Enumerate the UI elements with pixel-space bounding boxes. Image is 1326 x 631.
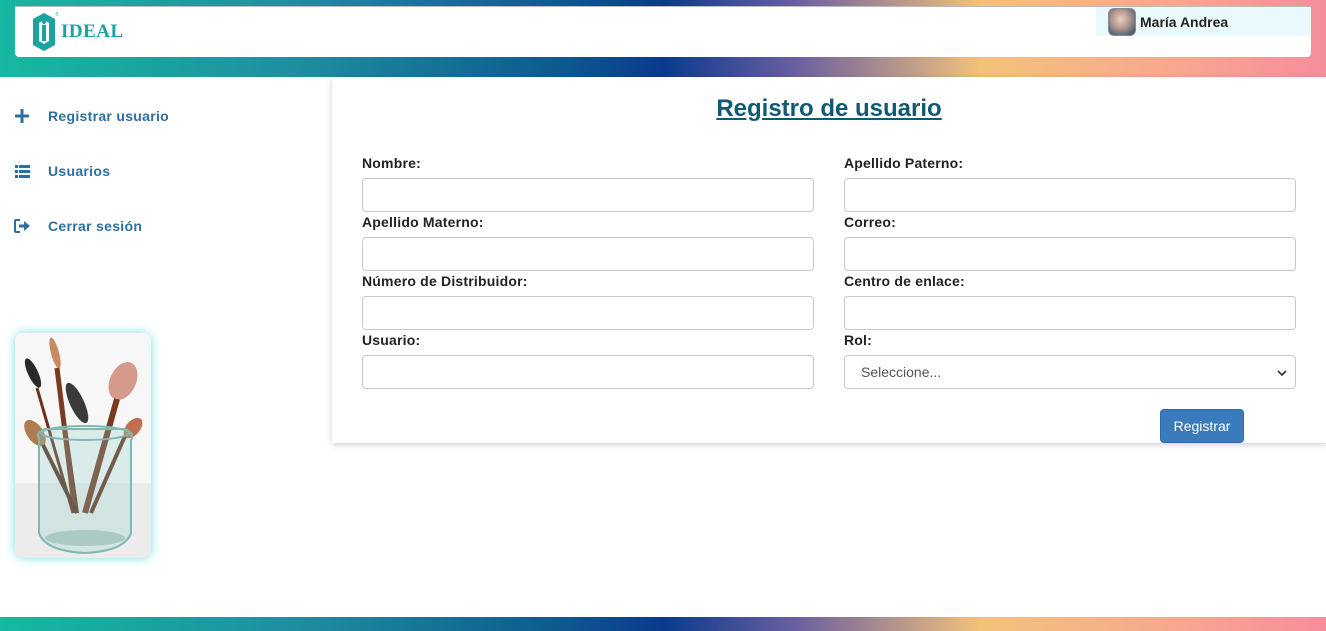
- numero-distribuidor-field[interactable]: [362, 296, 814, 330]
- sidebar-item-registrar-usuario[interactable]: Registrar usuario: [14, 108, 169, 124]
- registrar-button[interactable]: Registrar: [1160, 409, 1244, 443]
- sidebar-item-label: Usuarios: [48, 163, 111, 179]
- user-menu[interactable]: María Andrea: [1096, 7, 1311, 36]
- correo-label: Correo:: [844, 214, 896, 230]
- rol-selected-value: Seleccione...: [861, 364, 942, 380]
- numero-distribuidor-label: Número de Distribuidor:: [362, 273, 528, 289]
- sidebar-item-cerrar-sesion[interactable]: Cerrar sesión: [14, 218, 142, 234]
- ideal-logo-icon: ®: [33, 11, 58, 51]
- sign-out-icon: [14, 218, 30, 234]
- footer-gradient-band: [0, 617, 1326, 631]
- promo-image: [15, 333, 151, 558]
- registration-form-card: Registro de usuario Nombre: Apellido Pat…: [332, 77, 1326, 443]
- usuario-field[interactable]: [362, 355, 814, 389]
- rol-label: Rol:: [844, 332, 873, 348]
- brand-name: IDEAL: [61, 21, 124, 42]
- list-icon: [14, 163, 30, 179]
- apellido-materno-label: Apellido Materno:: [362, 214, 484, 230]
- apellido-materno-field[interactable]: [362, 237, 814, 271]
- nombre-field[interactable]: [362, 178, 814, 212]
- sidebar-item-label: Registrar usuario: [48, 108, 170, 124]
- user-name: María Andrea: [1140, 13, 1229, 30]
- page-title: Registro de usuario: [716, 95, 942, 122]
- sidebar-item-label: Cerrar sesión: [48, 218, 143, 234]
- plus-icon: [14, 108, 30, 124]
- rol-select[interactable]: Seleccione...: [844, 355, 1296, 389]
- brand-logo[interactable]: ® IDEAL: [30, 10, 124, 54]
- usuario-label: Usuario:: [362, 332, 421, 348]
- email-field[interactable]: [844, 237, 1296, 271]
- apellido-paterno-field[interactable]: [844, 178, 1296, 212]
- svg-text:®: ®: [55, 11, 58, 18]
- avatar: [1108, 7, 1136, 36]
- makeup-brushes-illustration: [15, 333, 151, 558]
- sidebar: Registrar usuario Usuarios Cerrar sesión: [0, 77, 330, 617]
- top-header: ® IDEAL María Andrea: [15, 6, 1311, 57]
- apellido-paterno-label: Apellido Paterno:: [844, 155, 964, 171]
- centro-enlace-field[interactable]: [844, 296, 1296, 330]
- nombre-label: Nombre:: [362, 155, 421, 171]
- centro-enlace-label: Centro de enlace:: [844, 273, 965, 289]
- chevron-down-icon: [1277, 364, 1287, 380]
- sidebar-item-usuarios[interactable]: Usuarios: [14, 163, 110, 179]
